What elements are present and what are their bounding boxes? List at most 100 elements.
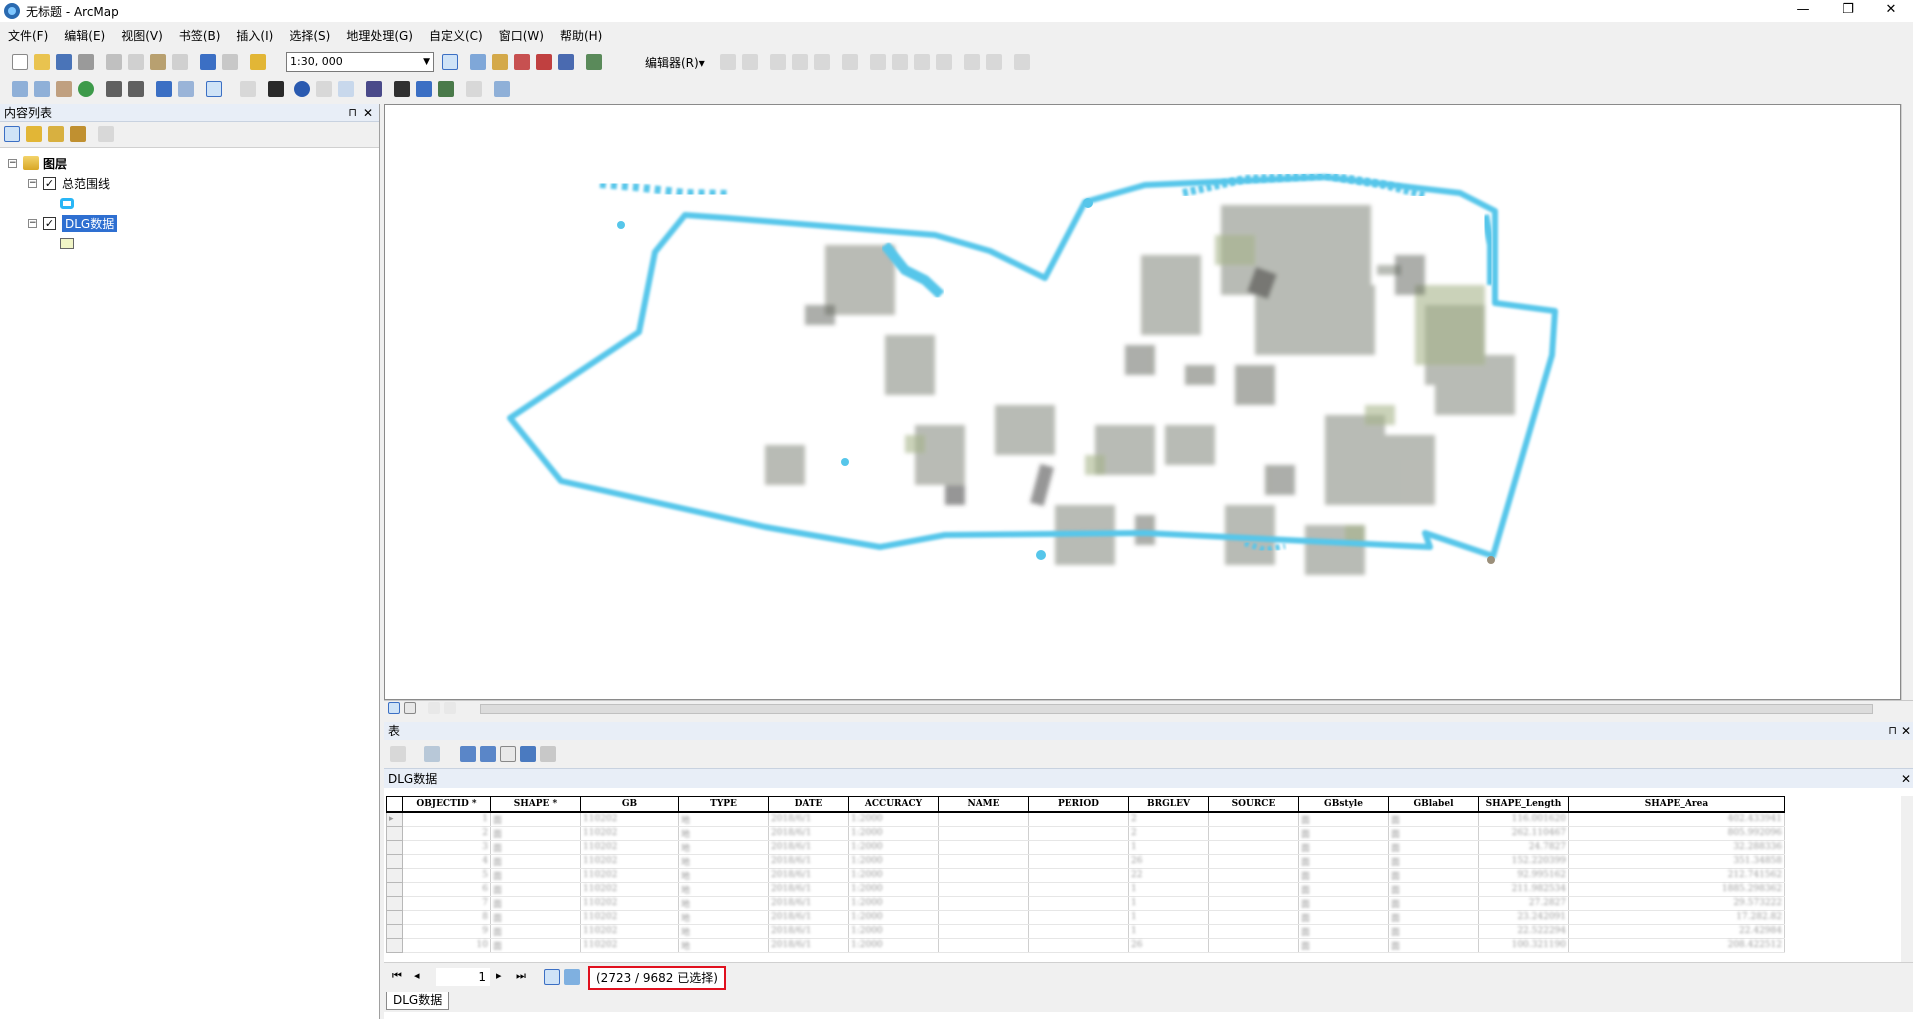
table-cell[interactable]: 面 xyxy=(1388,840,1479,855)
table-cell[interactable]: 110202 xyxy=(580,854,679,869)
table-cell[interactable]: 1 xyxy=(402,811,491,827)
forward-extent-icon[interactable] xyxy=(178,81,194,97)
table-cell[interactable]: 面 xyxy=(1298,826,1389,841)
python-window-icon[interactable] xyxy=(558,54,574,70)
table-cell[interactable]: 面 xyxy=(490,868,581,883)
table-cell[interactable] xyxy=(1208,924,1299,939)
table-cell[interactable]: 面 xyxy=(1388,882,1479,897)
straight-segment-icon[interactable] xyxy=(770,54,786,70)
find-route-icon[interactable] xyxy=(416,81,432,97)
table-cell[interactable]: 面 xyxy=(1298,924,1389,939)
table-row[interactable]: 4 面 110202 地 2018/6/1 1:2000 26 面面 152.220399 351… xyxy=(386,853,1785,869)
cut-polygon-icon[interactable] xyxy=(892,54,908,70)
table-cell[interactable]: 92.995162 xyxy=(1478,868,1569,883)
table-cell[interactable] xyxy=(938,924,1029,939)
related-tables-icon[interactable] xyxy=(424,746,440,762)
table-cell[interactable]: 1:2000 xyxy=(848,896,939,911)
table-cell[interactable]: 面 xyxy=(1388,826,1479,841)
map-scale-combo[interactable]: 1:30, 000 ▼ xyxy=(286,52,434,72)
table-cell[interactable] xyxy=(1208,882,1299,897)
table-cell[interactable]: 1 xyxy=(1128,896,1209,911)
add-data-icon[interactable] xyxy=(250,54,266,70)
table-cell[interactable] xyxy=(938,882,1029,897)
pin-icon[interactable]: ⊓ xyxy=(348,104,357,122)
table-cell[interactable]: 402.433941 xyxy=(1568,811,1785,827)
table-cell[interactable]: 212.741562 xyxy=(1568,868,1785,883)
table-cell[interactable]: 805.992096 xyxy=(1568,826,1785,841)
table-cell[interactable]: 1:2000 xyxy=(848,882,939,897)
select-by-attributes-icon[interactable] xyxy=(460,746,476,762)
table-cell[interactable] xyxy=(1208,840,1299,855)
polygon-tool-icon[interactable] xyxy=(814,54,830,70)
table-cell[interactable]: 面 xyxy=(1388,854,1479,869)
attribute-table[interactable]: OBJECTID * SHAPE * GB TYPE DATE ACCURACY… xyxy=(386,796,1785,953)
select-elements-icon[interactable] xyxy=(268,81,284,97)
map-display[interactable] xyxy=(384,104,1901,700)
table-cell[interactable]: 5 xyxy=(402,868,491,883)
column-header[interactable]: SHAPE_Length xyxy=(1478,796,1569,813)
column-header[interactable]: SHAPE_Area xyxy=(1568,796,1785,813)
table-cell[interactable] xyxy=(1028,882,1129,897)
table-cell[interactable]: 6 xyxy=(402,882,491,897)
table-cell[interactable]: 1:2000 xyxy=(848,938,939,953)
print-icon[interactable] xyxy=(78,54,94,70)
table-cell[interactable]: 面 xyxy=(1298,868,1389,883)
fixed-zoom-out-icon[interactable] xyxy=(128,81,144,97)
list-by-selection-icon[interactable] xyxy=(70,126,86,142)
identify-icon[interactable] xyxy=(294,81,310,97)
polygon-fill-symbol-icon[interactable] xyxy=(60,237,74,249)
table-cell[interactable]: 1:2000 xyxy=(848,826,939,841)
select-features-icon[interactable] xyxy=(206,81,222,97)
table-cell[interactable] xyxy=(1028,896,1129,911)
delete-selected-icon[interactable] xyxy=(520,746,536,762)
table-cell[interactable]: 1:2000 xyxy=(848,840,939,855)
previous-record-icon[interactable]: ◂ xyxy=(414,969,420,982)
column-header[interactable]: OBJECTID * xyxy=(402,796,491,813)
edit-tool-icon[interactable] xyxy=(720,54,736,70)
table-cell[interactable]: 1:2000 xyxy=(848,924,939,939)
table-cell[interactable]: 110202 xyxy=(580,868,679,883)
table-cell[interactable]: 面 xyxy=(490,826,581,841)
back-extent-icon[interactable] xyxy=(156,81,172,97)
table-cell[interactable]: 1885.298362 xyxy=(1568,882,1785,897)
toc-window-icon[interactable] xyxy=(470,54,486,70)
column-header[interactable]: NAME xyxy=(938,796,1029,813)
clear-selection-icon[interactable] xyxy=(240,81,256,97)
table-cell[interactable]: 面 xyxy=(1388,910,1479,925)
table-cell[interactable] xyxy=(1028,924,1129,939)
table-cell[interactable]: 2018/6/1 xyxy=(768,854,849,869)
table-cell[interactable] xyxy=(1208,826,1299,841)
table-cell[interactable]: 110202 xyxy=(580,882,679,897)
table-cell[interactable]: 2018/6/1 xyxy=(768,840,849,855)
table-cell[interactable] xyxy=(938,868,1029,883)
model-builder-icon[interactable] xyxy=(586,54,602,70)
table-cell[interactable]: 116.001620 xyxy=(1478,811,1569,827)
table-cell[interactable]: 2018/6/1 xyxy=(768,826,849,841)
row-selector[interactable]: ▸ xyxy=(386,811,403,827)
cut-icon[interactable] xyxy=(106,54,122,70)
table-cell[interactable]: 100.321190 xyxy=(1478,938,1569,953)
column-header[interactable]: TYPE xyxy=(678,796,769,813)
table-cell[interactable]: 7 xyxy=(402,896,491,911)
table-cell[interactable]: 2018/6/1 xyxy=(768,938,849,953)
table-cell[interactable]: 8 xyxy=(402,910,491,925)
table-cell[interactable] xyxy=(1028,868,1129,883)
table-row[interactable]: 5 面 110202 地 2018/6/1 1:2000 22 面面 92.995162 212.… xyxy=(386,867,1785,883)
table-cell[interactable]: 面 xyxy=(1388,938,1479,953)
undo-icon[interactable] xyxy=(200,54,216,70)
menu-file[interactable]: 文件(F) xyxy=(8,27,48,44)
table-cell[interactable]: 110202 xyxy=(580,840,679,855)
table-cell[interactable] xyxy=(1028,840,1129,855)
layer-visibility-checkbox[interactable]: ✓ xyxy=(43,216,56,230)
table-cell[interactable]: 22.42984 xyxy=(1568,924,1785,939)
table-cell[interactable]: 10 xyxy=(402,938,491,953)
split-icon[interactable] xyxy=(914,54,930,70)
row-selector[interactable] xyxy=(386,839,403,855)
row-selector[interactable] xyxy=(386,867,403,883)
close-window-button[interactable]: ✕ xyxy=(1869,0,1913,22)
table-tab[interactable]: DLG数据 xyxy=(386,992,450,1010)
table-cell[interactable]: 面 xyxy=(490,811,581,827)
table-cell[interactable]: 24.7827 xyxy=(1478,840,1569,855)
pan-icon[interactable] xyxy=(56,81,72,97)
table-cell[interactable] xyxy=(938,854,1029,869)
